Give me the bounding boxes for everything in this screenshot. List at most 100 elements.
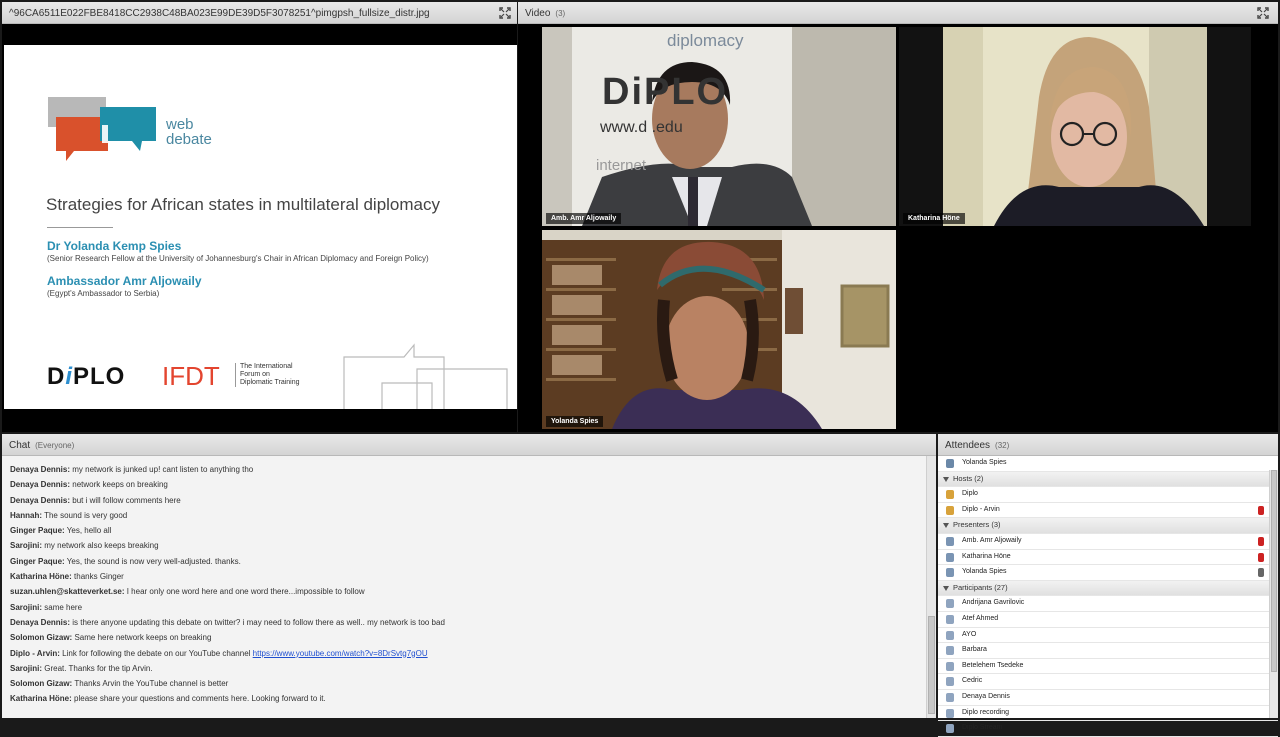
presenter-row[interactable]: Yolanda Spies (938, 565, 1278, 581)
slide-heading: Strategies for African states in multila… (46, 195, 441, 214)
chat-sender: suzan.uhlen@skatteverket.se: (10, 587, 125, 597)
speaker1-name: Dr Yolanda Kemp Spies (47, 239, 182, 253)
participant-row[interactable]: Andrijana Gavrilovic (938, 596, 1278, 612)
participant-row[interactable]: Barbara (938, 643, 1278, 659)
fullscreen-icon[interactable] (1257, 7, 1269, 19)
attendee-name: Katharina Höne (962, 552, 1011, 560)
slide-pod: ^96CA6511E022FBE8418CC2938C48BA023E99DE3… (2, 2, 517, 432)
brand-line-1: web (166, 116, 194, 133)
microphone-muted-icon[interactable] (1258, 505, 1264, 515)
presenter-icon (946, 568, 954, 578)
attendee-list[interactable]: Yolanda Spies Hosts (2) Diplo Diplo - Arvin… (938, 456, 1278, 737)
chat-message: Denaya Dennis: but i will follow comment… (10, 493, 916, 508)
attendees-pod-titlebar[interactable]: Attendees (32) (938, 434, 1278, 456)
my-status-row[interactable]: Yolanda Spies (938, 456, 1278, 472)
chat-text: same here (42, 602, 83, 612)
chat-text: please share your questions and comments… (71, 694, 326, 704)
attendees-pod: Attendees (32) Yolanda Spies Hosts (2) Dipl… (938, 434, 1278, 737)
microphone-muted-icon[interactable] (1258, 536, 1264, 546)
chat-message: Denaya Dennis: my network is junked up! … (10, 462, 916, 477)
attendee-name: AYO (962, 630, 977, 638)
attendee-scrollbar-thumb[interactable] (1271, 470, 1277, 672)
chat-text: my network is junked up! cant listen to … (70, 465, 254, 474)
participant-row[interactable]: Atef Ahmed (938, 612, 1278, 628)
collapse-triangle-icon[interactable] (943, 585, 949, 591)
participant-icon (946, 646, 954, 656)
chat-text: thanks Ginger (71, 572, 124, 582)
ifdt-caption-2: Forum on (240, 371, 270, 378)
video-pod: Video (3) diplomacy DiPLO www.d .edu inte… (518, 2, 1278, 432)
collapse-triangle-icon[interactable] (943, 523, 949, 529)
presenter-row[interactable]: Amb. Amr Aljowaily (938, 534, 1278, 550)
hosts-section[interactable]: Hosts (2) (938, 471, 1278, 488)
video-pod-title: Video (525, 8, 551, 19)
host-icon (946, 490, 954, 500)
chat-sender: Denaya Dennis: (10, 465, 71, 474)
participant-row[interactable]: AYO (938, 628, 1278, 644)
chat-sender: Ginger Paque: (10, 526, 65, 536)
video-count: (3) (555, 9, 566, 18)
participant-row[interactable]: Diplo recording (938, 706, 1278, 722)
chat-sender: Denaya Dennis: (10, 617, 71, 627)
chat-sender: Sarojini: (10, 602, 43, 612)
video-feed (542, 27, 896, 226)
web-debate-text: web debate (166, 117, 212, 147)
diplo-logo: DiPLO (47, 363, 126, 390)
chat-message: Solomon Gizaw: Same here network keeps o… (10, 630, 916, 645)
participant-row[interactable]: Denaya Dennis (938, 690, 1278, 706)
participant-icon (946, 708, 954, 718)
participants-section[interactable]: Participants (27) (938, 580, 1278, 597)
chat-text: The sound is very good (42, 510, 128, 520)
presenter-row[interactable]: Katharina Höne (938, 550, 1278, 566)
attendee-name: Cedric (962, 677, 983, 685)
chat-text: network keeps on breaking (70, 480, 168, 490)
fullscreen-icon[interactable] (499, 7, 511, 19)
participant-row[interactable]: Cedric (938, 674, 1278, 690)
presentation-slide: web debate Strategies for African states… (4, 45, 517, 409)
web-debate-logo (48, 97, 156, 161)
attendee-scrollbar[interactable] (1269, 470, 1278, 718)
chat-sender: Denaya Dennis: (10, 495, 71, 505)
presenters-section[interactable]: Presenters (3) (938, 518, 1278, 534)
video-tile-yolanda[interactable]: Yolanda Spies (542, 230, 896, 429)
attendee-name: Denaya Dennis (962, 692, 1010, 700)
microphone-muted-icon[interactable] (1258, 552, 1264, 562)
participant-icon (946, 599, 954, 609)
chat-sender: Solomon Gizaw: (10, 633, 73, 643)
chat-scrollbar[interactable] (926, 456, 936, 718)
bubble-outline-graphic (343, 343, 508, 409)
ifdt-caption-3: Diplomatic Training (240, 379, 300, 386)
video-tile-amr[interactable]: diplomacy DiPLO www.d .edu internet Amb.… (542, 27, 896, 226)
chat-sender: Solomon Gizaw: (10, 679, 73, 689)
video-pod-titlebar[interactable]: Video (3) (518, 2, 1278, 24)
chat-message: Sarojini: my network also keeps breaking (10, 538, 916, 553)
collapse-triangle-icon[interactable] (943, 476, 949, 482)
participant-row[interactable]: Diplo Stream (938, 721, 1278, 737)
attendee-name: Barbara (962, 646, 987, 654)
microphone-icon[interactable] (1258, 568, 1264, 578)
presenter-icon (946, 552, 954, 562)
host-row[interactable]: Diplo - Arvin (938, 503, 1278, 519)
chat-text: I hear only one word here and one word t… (124, 587, 365, 597)
participant-icon (946, 692, 954, 702)
chat-scrollbar-thumb[interactable] (928, 616, 935, 714)
speaker2-name: Ambassador Amr Aljowaily (47, 274, 202, 288)
youtube-link[interactable]: https://www.youtube.com/watch?v=8DrSvtg7… (253, 649, 428, 658)
chat-messages-area[interactable]: Denaya Dennis: my network is junked up! … (2, 456, 936, 718)
chat-message: Katharina Höne: please share your questi… (10, 691, 916, 706)
chat-message: Hannah: The sound is very good (10, 508, 916, 523)
ifdt-caption: The International Forum on Diplomatic Tr… (235, 363, 300, 387)
video-name-label: Katharina Höne (903, 213, 965, 224)
speaker2-description: (Egypt's Ambassador to Serbia) (47, 289, 160, 298)
chat-message-list: Denaya Dennis: my network is junked up! … (10, 462, 916, 707)
section-label: Participants (27) (953, 582, 1008, 592)
slide-pod-titlebar[interactable]: ^96CA6511E022FBE8418CC2938C48BA023E99DE3… (2, 2, 517, 24)
host-row[interactable]: Diplo (938, 487, 1278, 503)
chat-message: Sarojini: Great. Thanks for the tip Arvi… (10, 661, 916, 676)
video-tile-katharina[interactable]: Katharina Höne (899, 27, 1251, 226)
attendee-count: (32) (995, 441, 1010, 450)
slide-pod-title: ^96CA6511E022FBE8418CC2938C48BA023E99DE3… (9, 8, 430, 19)
chat-pod-titlebar[interactable]: Chat (Everyone) (2, 434, 936, 456)
participant-row[interactable]: Betelehem Tsedeke (938, 659, 1278, 675)
chat-message: suzan.uhlen@skatteverket.se: I hear only… (10, 584, 916, 599)
